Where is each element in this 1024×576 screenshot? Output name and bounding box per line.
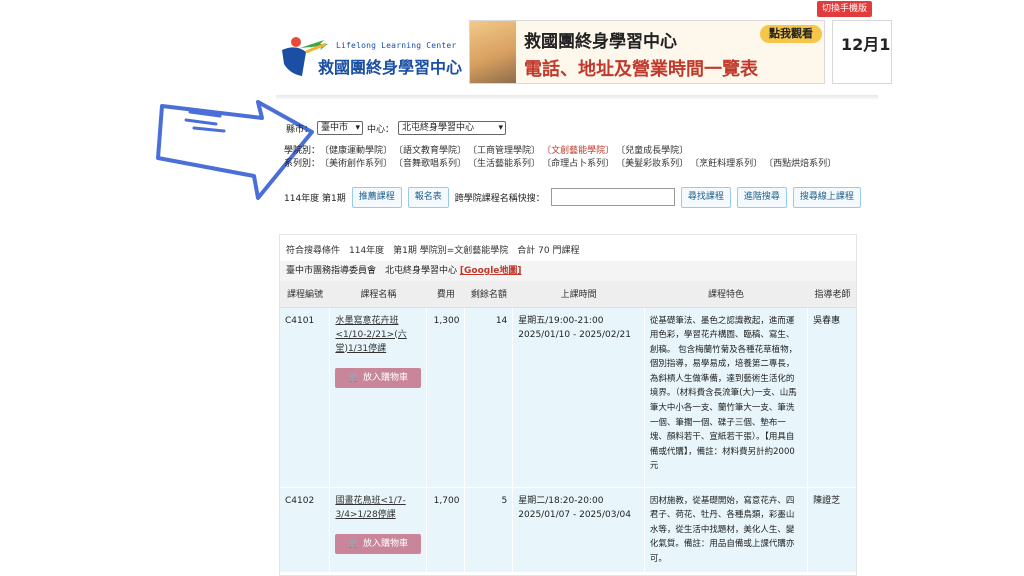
add-to-cart-button[interactable]: 🛒 放入購物車 bbox=[335, 367, 422, 388]
series-fine-art[interactable]: 〔美術創作系列〕 bbox=[320, 156, 392, 169]
series-life-skills[interactable]: 〔生活藝能系列〕 bbox=[468, 156, 540, 169]
col-header-name: 課程名稱 bbox=[329, 281, 427, 308]
series-label: 系列別： bbox=[284, 159, 321, 169]
banner-view-button[interactable]: 點我觀看 bbox=[760, 25, 822, 43]
college-health[interactable]: 〔健康運動學院〕 bbox=[320, 143, 392, 156]
college-arts[interactable]: 〔文創藝能學院〕 bbox=[542, 143, 614, 156]
center-select[interactable]: 北屯終身學習中心 bbox=[398, 121, 507, 135]
mobile-version-button[interactable]: 切換手機版 bbox=[817, 1, 872, 17]
course-time: 星期二/18:20-20:00 2025/01/07 - 2025/03/04 bbox=[512, 487, 645, 574]
course-teacher: 陳證芝 bbox=[807, 487, 856, 574]
add-to-cart-button[interactable]: 🛒 放入購物車 bbox=[335, 533, 422, 554]
table-header-row: 課程編號 課程名稱 費用 剩餘名額 上課時間 課程特色 指導老師 bbox=[280, 281, 856, 308]
recommend-button[interactable]: 推薦課程 bbox=[351, 186, 402, 208]
col-header-seats: 剩餘名額 bbox=[464, 281, 513, 308]
series-beauty[interactable]: 〔美髮彩妝系列〕 bbox=[616, 156, 688, 169]
col-header-teacher: 指導老師 bbox=[807, 281, 856, 308]
add-to-cart-label: 放入購物車 bbox=[362, 538, 408, 549]
organization-header: 臺中市團務指導委員會 北屯終身學習中心 [Google地圖] bbox=[280, 261, 856, 281]
course-code: C4101 bbox=[280, 307, 331, 488]
course-fee: 1,700 bbox=[426, 487, 466, 574]
find-course-button[interactable]: 尋找課程 bbox=[680, 186, 731, 208]
course-teacher: 吳春惠 bbox=[807, 307, 856, 488]
course-seats: 5 bbox=[464, 487, 514, 574]
series-cooking[interactable]: 〔烹飪料理系列〕 bbox=[690, 156, 762, 169]
banner-photo bbox=[470, 21, 516, 83]
series-filter: 系列別： 〔美術創作系列〕 〔音舞歌唱系列〕 〔生活藝能系列〕 〔命理占卜系列〕… bbox=[284, 156, 838, 169]
course-weekday-time: 星期二/18:20-20:00 bbox=[518, 495, 604, 506]
course-name-cell: 水墨寫意花卉班<1/10-2/21>(六堂)1/31停課 🛒 放入購物車 bbox=[329, 307, 428, 488]
quick-search-label: 跨學院課程名稱快搜： bbox=[454, 193, 545, 204]
action-toolbar: 114年度 第1期 推薦課程 報名表 跨學院課程名稱快搜： 尋找課程 進階搜尋 … bbox=[284, 186, 861, 208]
table-row: C4101 水墨寫意花卉班<1/10-2/21>(六堂)1/31停課 🛒 放入購… bbox=[280, 307, 856, 488]
secondary-banner-text: 12月1 bbox=[841, 35, 891, 54]
col-header-time: 上課時間 bbox=[512, 281, 645, 308]
college-filter: 學院別： 〔健康運動學院〕 〔語文教育學院〕 〔工商管理學院〕 〔文創藝能學院〕… bbox=[284, 143, 690, 156]
course-date-range: 2025/01/10 - 2025/02/21 bbox=[518, 329, 631, 340]
course-weekday-time: 星期五/19:00-21:00 bbox=[518, 315, 604, 326]
info-banner[interactable]: 救國團終身學習中心 電話、地址及營業時間一覽表 點我觀看 bbox=[469, 20, 825, 84]
course-name-link[interactable]: 國畫花鳥班<1/7-3/4>1/28停課 bbox=[335, 494, 421, 522]
course-name-cell: 國畫花鳥班<1/7-3/4>1/28停課 🛒 放入購物車 bbox=[329, 487, 428, 574]
table-row: C4102 國畫花鳥班<1/7-3/4>1/28停課 🛒 放入購物車 1,700… bbox=[280, 487, 856, 574]
online-course-button[interactable]: 搜尋線上課程 bbox=[792, 186, 861, 208]
county-select[interactable]: 臺中市 bbox=[317, 121, 364, 135]
banner-title: 救國團終身學習中心 bbox=[524, 32, 677, 52]
google-map-link[interactable]: [Google地圖] bbox=[460, 266, 522, 276]
banner-subtitle: 電話、地址及營業時間一覽表 bbox=[524, 59, 758, 80]
add-to-cart-label: 放入購物車 bbox=[362, 372, 408, 383]
series-fortune[interactable]: 〔命理占卜系列〕 bbox=[542, 156, 614, 169]
series-music-dance[interactable]: 〔音舞歌唱系列〕 bbox=[394, 156, 466, 169]
organization-name: 臺中市團務指導委員會 北屯終身學習中心 bbox=[286, 266, 458, 276]
course-feature: 從基礎筆法、墨色之認識教起，進而運用色彩，學習花卉構圖、臨稿、寫生、創稿。 包含… bbox=[644, 307, 809, 488]
course-name-link[interactable]: 水墨寫意花卉班<1/10-2/21>(六堂)1/31停課 bbox=[335, 314, 421, 356]
col-header-code: 課程編號 bbox=[280, 281, 330, 308]
header-divider bbox=[276, 95, 878, 99]
results-panel: 符合搜尋條件 114年度 第1期 學院別=文創藝能學院 合計 70 門課程 臺中… bbox=[279, 234, 857, 576]
secondary-banner[interactable]: 12月1 bbox=[832, 20, 892, 84]
course-table: 課程編號 課程名稱 費用 剩餘名額 上課時間 課程特色 指導老師 C4101 水… bbox=[280, 281, 856, 574]
center-label: 中心： bbox=[367, 124, 395, 135]
series-baking[interactable]: 〔西點烘焙系列〕 bbox=[764, 156, 836, 169]
course-date-range: 2025/01/07 - 2025/03/04 bbox=[518, 509, 631, 520]
college-business[interactable]: 〔工商管理學院〕 bbox=[468, 143, 540, 156]
course-feature: 因材施教，從基礎開始，寫意花卉、四君子、荷花、牡丹、各種鳥類，彩墨山水等，從生活… bbox=[644, 487, 809, 574]
term-label: 114年度 第1期 bbox=[284, 193, 346, 204]
county-label: 縣市： bbox=[286, 124, 314, 135]
course-seats: 14 bbox=[464, 307, 514, 488]
results-summary: 符合搜尋條件 114年度 第1期 學院別=文創藝能學院 合計 70 門課程 bbox=[286, 246, 580, 256]
course-search-input[interactable] bbox=[550, 188, 675, 206]
advanced-search-button[interactable]: 進階搜尋 bbox=[736, 186, 787, 208]
course-code: C4102 bbox=[280, 487, 331, 574]
college-children[interactable]: 〔兒童成長學院〕 bbox=[616, 143, 688, 156]
logo-english-text: Lifelong Learning Center bbox=[336, 41, 457, 50]
signup-form-button[interactable]: 報名表 bbox=[407, 186, 449, 208]
logo-chinese-text: 救國團終身學習中心 bbox=[318, 58, 463, 77]
location-filter: 縣市： 臺中市 中心： 北屯終身學習中心 bbox=[286, 121, 507, 135]
college-label: 學院別： bbox=[284, 146, 321, 156]
col-header-fee: 費用 bbox=[426, 281, 465, 308]
col-header-feature: 課程特色 bbox=[644, 281, 808, 308]
course-time: 星期五/19:00-21:00 2025/01/10 - 2025/02/21 bbox=[512, 307, 645, 488]
college-language[interactable]: 〔語文教育學院〕 bbox=[394, 143, 466, 156]
course-fee: 1,300 bbox=[426, 307, 466, 488]
